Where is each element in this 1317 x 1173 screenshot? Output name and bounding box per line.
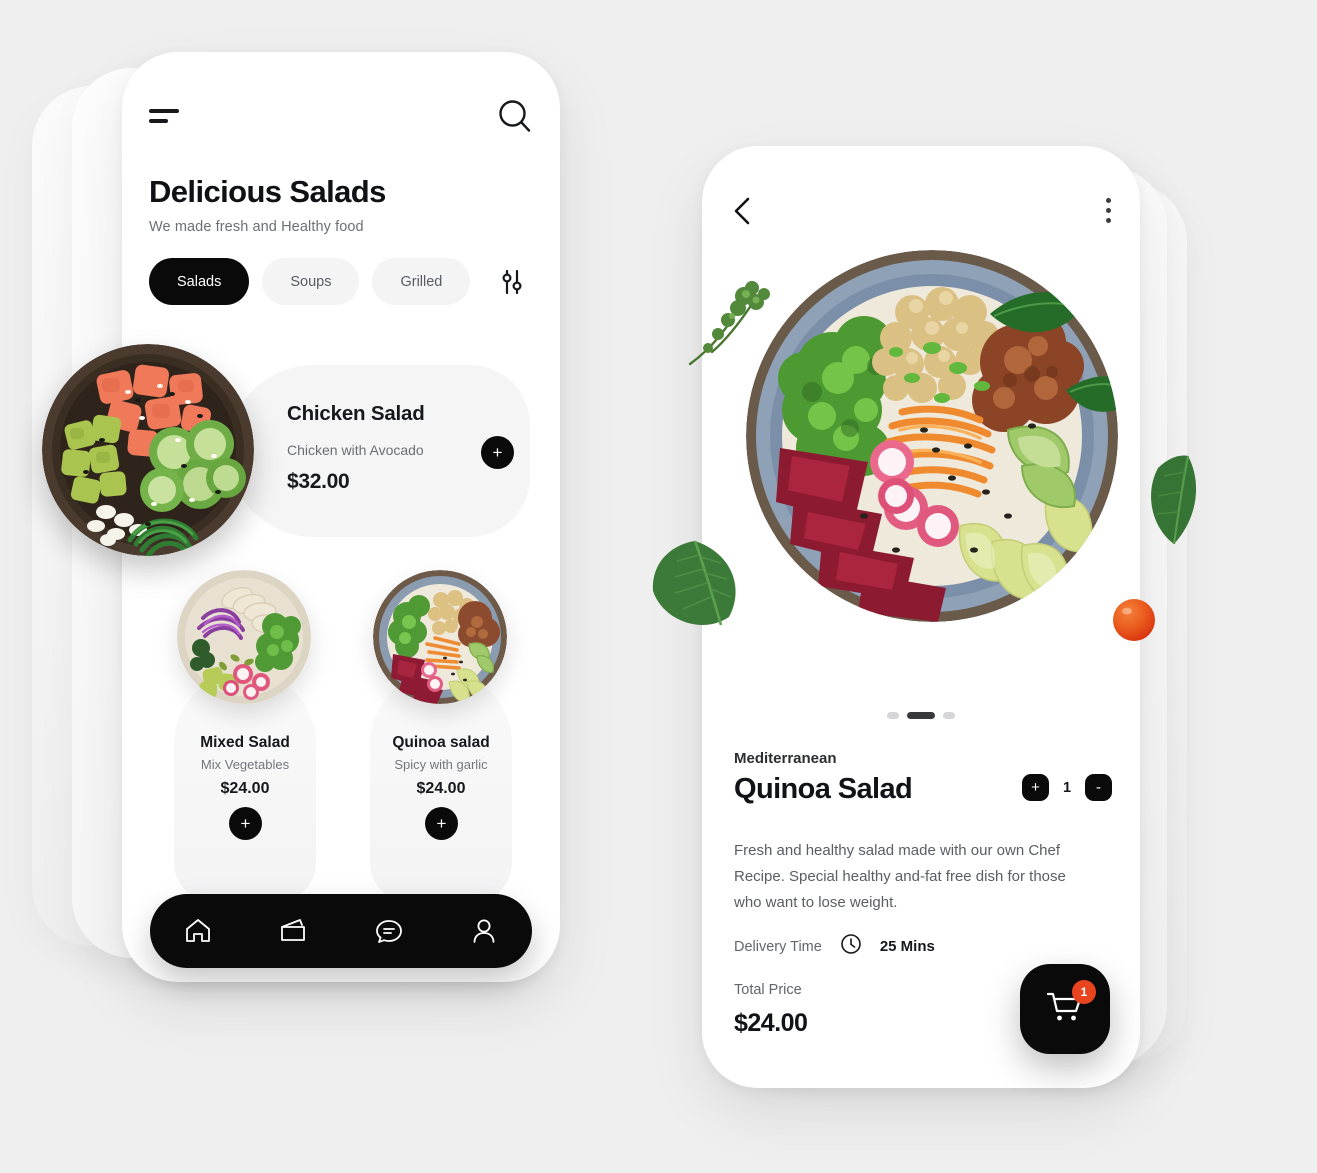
item-description-mixed-salad: Mix Vegetables xyxy=(200,757,290,772)
add-to-cart-button[interactable]: 1 xyxy=(1020,964,1110,1054)
cart-count-badge: 1 xyxy=(1072,980,1096,1004)
wallet-icon[interactable] xyxy=(270,908,316,954)
item-image-quinoa-salad xyxy=(373,570,507,704)
delivery-time-label: Delivery Time xyxy=(734,938,822,955)
featured-add-button[interactable]: + xyxy=(481,436,514,469)
basil-leaf-left-decoration xyxy=(645,535,750,645)
featured-item-name: Chicken Salad xyxy=(287,402,425,425)
screenshot-stage: Delicious Salads We made fresh and Healt… xyxy=(0,0,1317,1173)
item-title: Quinoa Salad xyxy=(734,773,913,805)
more-vertical-icon[interactable] xyxy=(1104,198,1112,226)
bottom-navigation-bar xyxy=(150,894,532,968)
item-category-label: Mediterranean xyxy=(734,750,837,767)
add-button-mixed-salad[interactable]: + xyxy=(229,807,262,840)
salads-list-screen: Delicious Salads We made fresh and Healt… xyxy=(42,52,560,982)
item-description: Fresh and healthy salad made with our ow… xyxy=(734,842,1066,911)
carousel-indicator xyxy=(702,712,1140,719)
category-pill-soups[interactable]: Soups xyxy=(262,258,360,305)
category-filter-bar: Salads Soups Grilled xyxy=(149,258,524,305)
home-icon[interactable] xyxy=(175,908,221,954)
item-description-quinoa-salad: Spicy with garlic xyxy=(394,757,488,772)
item-price-mixed-salad: $24.00 xyxy=(220,780,270,797)
quantity-value: 1 xyxy=(1062,779,1072,796)
item-image-mixed-salad xyxy=(177,570,311,704)
item-price-quinoa-salad: $24.00 xyxy=(416,780,466,797)
chat-icon[interactable] xyxy=(366,908,412,954)
quantity-stepper: + 1 - xyxy=(1022,774,1112,801)
total-price-label: Total Price xyxy=(734,982,802,998)
herb-sprig-decoration xyxy=(682,278,792,373)
chevron-left-icon[interactable] xyxy=(728,194,758,228)
featured-item-price: $32.00 xyxy=(287,470,350,493)
add-button-quinoa-salad[interactable]: + xyxy=(425,807,458,840)
search-icon[interactable] xyxy=(496,97,534,135)
profile-icon[interactable] xyxy=(461,908,507,954)
featured-item-description: Chicken with Avocado xyxy=(287,442,424,458)
featured-item-image xyxy=(42,344,254,556)
cherry-tomato-decoration xyxy=(1111,597,1157,648)
basil-leaf-right-decoration xyxy=(1140,452,1206,557)
category-pill-salads[interactable]: Salads xyxy=(149,258,250,305)
hero-image xyxy=(746,250,1118,622)
clock-icon xyxy=(840,933,862,960)
carousel-dot-1[interactable] xyxy=(887,712,899,719)
filter-sliders-icon[interactable] xyxy=(500,268,524,296)
total-price-value: $24.00 xyxy=(734,1009,808,1037)
carousel-dot-3[interactable] xyxy=(943,712,955,719)
delivery-time-value: 25 Mins xyxy=(879,938,935,955)
item-name-quinoa-salad: Quinoa salad xyxy=(392,734,490,751)
increase-quantity-button[interactable]: + xyxy=(1022,774,1049,801)
decrease-quantity-button[interactable]: - xyxy=(1085,774,1112,801)
carousel-dot-2[interactable] xyxy=(907,712,935,719)
page-title: Delicious Salads xyxy=(149,174,386,209)
hamburger-menu-icon[interactable] xyxy=(149,106,183,126)
item-name-mixed-salad: Mixed Salad xyxy=(200,734,290,751)
left-top-bar xyxy=(122,52,560,162)
page-subtitle: We made fresh and Healthy food xyxy=(149,219,364,235)
category-pill-grilled[interactable]: Grilled xyxy=(372,258,471,305)
delivery-time-row: Delivery Time 25 Mins xyxy=(734,933,935,960)
